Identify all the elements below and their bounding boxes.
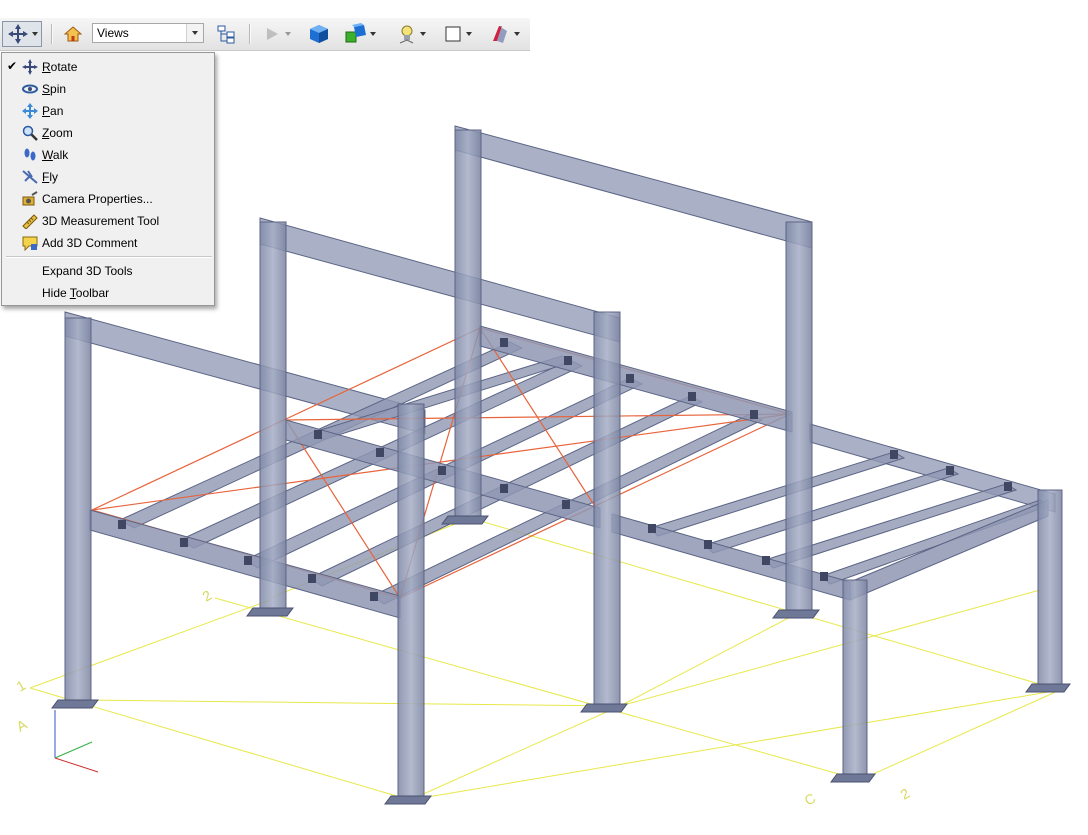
rotate-icon <box>22 59 38 75</box>
walk-icon <box>24 148 36 161</box>
chevron-down-icon <box>370 32 376 36</box>
grid-label-a: A <box>14 716 31 735</box>
menu-item-fly[interactable]: Fly <box>2 166 214 188</box>
grid-label-2b: 2 <box>898 785 913 803</box>
menu-divider <box>6 256 212 258</box>
render-mode-icon <box>345 23 366 43</box>
navigation-tool-icon <box>7 24 28 44</box>
home-view-button[interactable] <box>60 21 86 47</box>
menu-item-spin[interactable]: Spin <box>2 78 214 100</box>
navigation-tool-dropdown[interactable] <box>2 21 42 47</box>
menu-item-walk[interactable]: Walk <box>2 144 214 166</box>
spin-icon <box>22 84 38 94</box>
play-icon <box>267 28 278 40</box>
3d-toolbar: Views <box>0 18 530 51</box>
fly-icon <box>22 170 38 184</box>
lighting-dropdown[interactable] <box>390 21 430 47</box>
chevron-down-icon <box>513 32 520 36</box>
model-tree-button[interactable] <box>212 21 240 47</box>
cube-icon <box>310 25 328 43</box>
ruler-icon <box>22 214 38 229</box>
lighting-icon <box>399 25 413 44</box>
menu-item-zoom[interactable]: Zoom <box>2 122 214 144</box>
play-animation-button[interactable] <box>258 21 296 47</box>
chevron-down-icon <box>466 32 472 36</box>
background-color-icon <box>445 26 461 42</box>
axis-triad <box>54 710 99 773</box>
pan-icon <box>22 103 38 119</box>
menu-item-camera-properties[interactable]: Camera Properties... <box>2 188 214 210</box>
cross-section-icon <box>492 26 507 43</box>
menu-item-add-3d-comment[interactable]: Add 3D Comment <box>2 232 214 254</box>
model-tree-icon <box>217 25 235 44</box>
grid-labels: 1 A 2 C 2 <box>14 587 913 809</box>
menu-item-pan[interactable]: Pan <box>2 100 214 122</box>
views-select[interactable]: Views <box>92 23 204 43</box>
default-view-button[interactable] <box>304 21 334 47</box>
views-select-value: Views <box>97 26 129 40</box>
menu-item-hide-toolbar[interactable]: Hide Toolbar <box>2 282 214 304</box>
comment-icon <box>22 236 38 251</box>
grid-label-2: 2 <box>200 587 215 605</box>
checkmark-icon: ✔ <box>7 59 18 73</box>
grid-label-1: 1 <box>14 677 29 695</box>
render-mode-dropdown[interactable] <box>340 21 380 47</box>
menu-item-rotate[interactable]: ✔ Rotate <box>2 56 214 78</box>
cross-section-dropdown[interactable] <box>484 21 524 47</box>
chevron-down-icon <box>186 24 203 42</box>
menu-item-expand-3d-tools[interactable]: Expand 3D Tools <box>2 260 214 282</box>
menu-item-3d-measurement-tool[interactable]: 3D Measurement Tool <box>2 210 214 232</box>
zoom-icon <box>22 125 38 141</box>
background-color-dropdown[interactable] <box>440 21 476 47</box>
chevron-down-icon <box>419 32 426 36</box>
camera-icon <box>22 191 38 206</box>
grid-label-c: C <box>802 790 819 809</box>
chevron-down-icon <box>285 32 291 36</box>
chevron-down-icon <box>31 32 38 36</box>
home-icon <box>64 26 82 42</box>
navigation-tool-menu: ✔ Rotate Spin Pan Zoom Walk Fly Camera P… <box>1 52 215 306</box>
